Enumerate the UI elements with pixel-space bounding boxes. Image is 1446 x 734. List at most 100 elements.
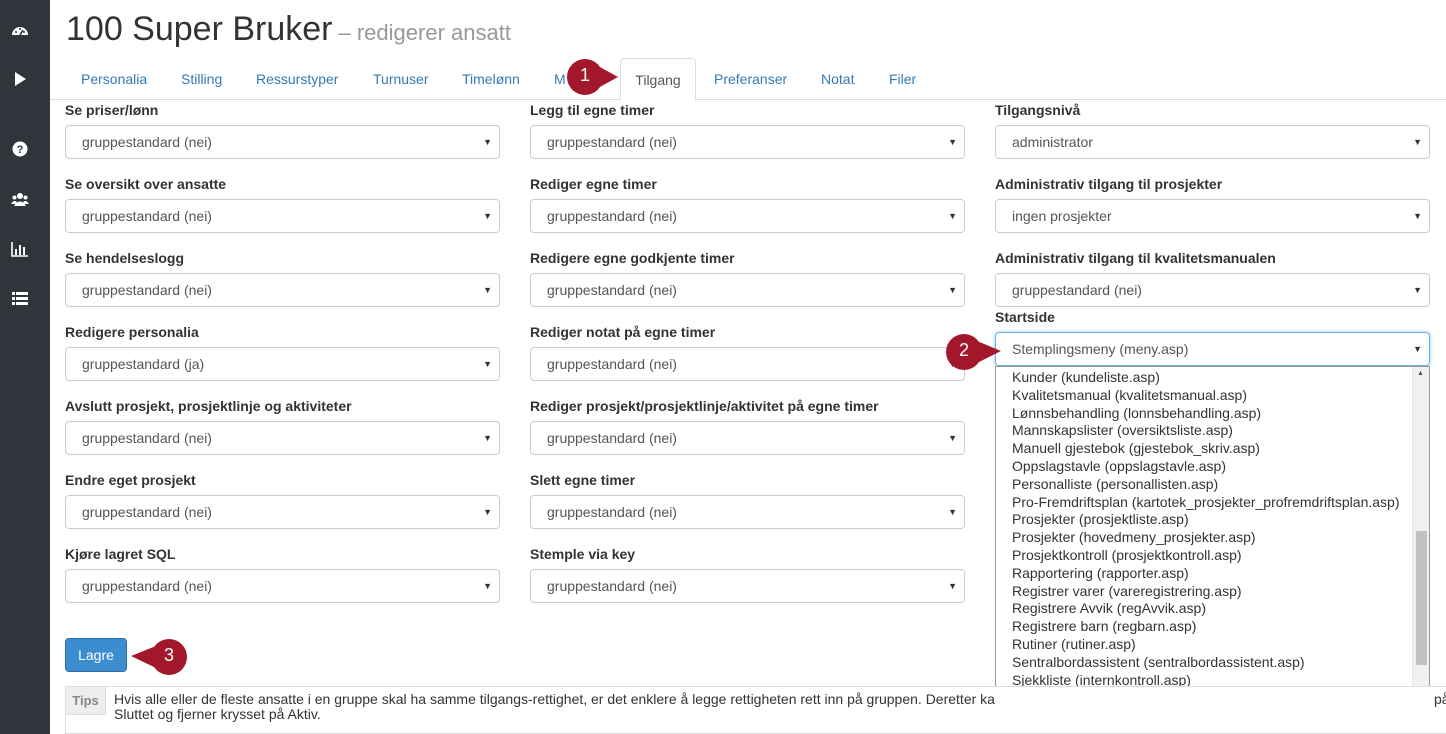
select-value: gruppestandard (nei) <box>82 134 212 150</box>
dashboard-icon[interactable] <box>11 21 29 39</box>
tab-m-truncated[interactable]: M <box>554 58 566 100</box>
dropdown-option[interactable]: Personalliste (personallisten.asp) <box>996 475 1414 493</box>
save-button[interactable]: Lagre <box>65 638 127 672</box>
play-icon[interactable] <box>11 70 29 88</box>
caret-down-icon: ▼ <box>948 433 957 443</box>
scroll-up-icon[interactable]: ▲ <box>1417 370 1424 377</box>
scrollbar-thumb[interactable] <box>1416 531 1427 665</box>
page-title-text: 100 Super Bruker <box>66 10 333 48</box>
tab-personalia[interactable]: Personalia <box>81 58 147 100</box>
label-startside: Startside <box>995 309 1055 325</box>
select-rediger-notat[interactable]: gruppestandard (nei)▼ <box>530 347 965 381</box>
caret-down-icon: ▼ <box>483 211 492 221</box>
page-subtitle: – redigerer ansatt <box>338 20 511 45</box>
select-kjore-lagret-sql[interactable]: gruppestandard (nei) ▼ <box>65 569 500 603</box>
dropdown-option[interactable]: Mannskapslister (oversiktsliste.asp) <box>996 421 1414 439</box>
bar-chart-icon[interactable] <box>11 240 29 258</box>
caret-down-icon: ▼ <box>1413 344 1422 354</box>
label-legg-til-egne-timer: Legg til egne timer <box>530 102 655 118</box>
select-se-priser-lonn[interactable]: gruppestandard (nei) ▼ <box>65 125 500 159</box>
select-rediger-egne-timer[interactable]: gruppestandard (nei) ▼ <box>530 199 965 233</box>
caret-down-icon: ▼ <box>483 581 492 591</box>
callout-badge-2: 2 <box>945 331 1001 375</box>
select-admin-tilgang-prosjekter[interactable]: ingen prosjekter ▼ <box>995 199 1430 233</box>
tips-text-overflow: på <box>1434 691 1446 707</box>
select-tilgangsniva[interactable]: administrator ▼ <box>995 125 1430 159</box>
caret-down-icon: ▼ <box>1413 211 1422 221</box>
select-avslutt-prosjekt[interactable]: gruppestandard (nei) ▼ <box>65 421 500 455</box>
tab-stilling[interactable]: Stilling <box>181 58 222 100</box>
tab-notat[interactable]: Notat <box>821 58 854 100</box>
dropdown-option[interactable]: Kvalitetsmanual (kvalitetsmanual.asp) <box>996 386 1414 404</box>
dropdown-option[interactable]: Registrere Avvik (regAvvik.asp) <box>996 599 1414 617</box>
dropdown-option[interactable]: Prosjektkontroll (prosjektkontroll.asp) <box>996 546 1414 564</box>
select-endre-eget-prosjekt[interactable]: gruppestandard (nei) ▼ <box>65 495 500 529</box>
dropdown-option[interactable]: Manuell gjestebok (gjestebok_skriv.asp) <box>996 439 1414 457</box>
label-redigere-godkjente-timer: Redigere egne godkjente timer <box>530 250 735 266</box>
dropdown-option[interactable]: Registrere barn (regbarn.asp) <box>996 617 1414 635</box>
dropdown-option[interactable]: Lønnsbehandling (lonnsbehandling.asp) <box>996 404 1414 422</box>
select-se-oversikt-ansatte[interactable]: gruppestandard (nei) ▼ <box>65 199 500 233</box>
select-slett-egne-timer[interactable]: gruppestandard (nei) ▼ <box>530 495 965 529</box>
caret-down-icon: ▼ <box>483 285 492 295</box>
dropdown-option[interactable]: Rapportering (rapporter.asp) <box>996 564 1414 582</box>
dropdown-option[interactable]: Registrer varer (vareregistrering.asp) <box>996 582 1414 600</box>
select-rediger-prosjekt-egne-timer[interactable]: gruppestandard (nei) ▼ <box>530 421 965 455</box>
caret-down-icon: ▼ <box>483 359 492 369</box>
caret-down-icon: ▼ <box>948 285 957 295</box>
label-tilgangsniva: Tilgangsnivå <box>995 102 1081 118</box>
page-title: 100 Super Bruker – redigerer ansatt <box>66 10 511 49</box>
users-icon[interactable] <box>11 190 29 208</box>
sidebar: ? <box>0 0 50 734</box>
caret-down-icon: ▼ <box>948 507 957 517</box>
label-admin-tilgang-prosjekter: Administrativ tilgang til prosjekter <box>995 176 1223 192</box>
select-value: gruppestandard (nei) <box>82 578 212 594</box>
tips-text: Hvis alle eller de fleste ansatte i en g… <box>114 692 1444 722</box>
label-avslutt-prosjekt: Avslutt prosjekt, prosjektlinje og aktiv… <box>65 398 352 414</box>
callout-badge-1: 1 <box>566 56 618 100</box>
startside-dropdown-list[interactable]: Kunder (kundeliste.asp) Kvalitetsmanual (… <box>995 366 1430 723</box>
select-legg-til-egne-timer[interactable]: gruppestandard (nei) ▼ <box>530 125 965 159</box>
tab-preferanser[interactable]: Preferanser <box>714 58 787 100</box>
select-value: gruppestandard (nei) <box>547 356 677 372</box>
dropdown-option[interactable]: Sentralbordassistent (sentralbordassiste… <box>996 653 1414 671</box>
label-redigere-personalia: Redigere personalia <box>65 324 199 340</box>
select-redigere-personalia[interactable]: gruppestandard (ja) ▼ <box>65 347 500 381</box>
help-icon[interactable]: ? <box>11 140 29 158</box>
list-icon[interactable] <box>11 289 29 307</box>
caret-down-icon: ▼ <box>948 137 957 147</box>
caret-down-icon: ▼ <box>948 581 957 591</box>
callout-badge-3: 3 <box>131 636 191 680</box>
select-redigere-godkjente-timer[interactable]: gruppestandard (nei) ▼ <box>530 273 965 307</box>
dropdown-scrollbar[interactable]: ▲ ▼ <box>1412 367 1429 722</box>
dropdown-option[interactable]: Oppslagstavle (oppslagstavle.asp) <box>996 457 1414 475</box>
select-admin-tilgang-kvalitetsmanual[interactable]: gruppestandard (nei) ▼ <box>995 273 1430 307</box>
tab-ressurstyper[interactable]: Ressurstyper <box>256 58 338 100</box>
label-kjore-lagret-sql: Kjøre lagret SQL <box>65 546 176 562</box>
tab-turnuser[interactable]: Turnuser <box>373 58 429 100</box>
dropdown-option[interactable]: Pro-Fremdriftsplan (kartotek_prosjekter_… <box>996 493 1414 511</box>
select-value: gruppestandard (nei) <box>82 430 212 446</box>
dropdown-option[interactable]: Rutiner (rutiner.asp) <box>996 635 1414 653</box>
label-stemple-via-key: Stemple via key <box>530 546 636 562</box>
select-startside[interactable]: Stemplingsmeny (meny.asp) ▼ <box>995 332 1430 366</box>
dropdown-option[interactable]: Kunder (kundeliste.asp) <box>996 368 1414 386</box>
select-value: administrator <box>1012 134 1093 150</box>
label-se-hendelseslogg: Se hendelseslogg <box>65 250 185 266</box>
tab-timelonn[interactable]: Timelønn <box>462 58 520 100</box>
select-value: gruppestandard (nei) <box>547 208 677 224</box>
tab-tilgang[interactable]: Tilgang <box>620 58 696 101</box>
label-slett-egne-timer: Slett egne timer <box>530 472 636 488</box>
label-endre-eget-prosjekt: Endre eget prosjekt <box>65 472 196 488</box>
select-value: gruppestandard (nei) <box>547 504 677 520</box>
select-se-hendelseslogg[interactable]: gruppestandard (nei) ▼ <box>65 273 500 307</box>
select-value: gruppestandard (nei) <box>547 578 677 594</box>
select-stemple-via-key[interactable]: gruppestandard (nei) ▼ <box>530 569 965 603</box>
select-value: gruppestandard (nei) <box>82 504 212 520</box>
dropdown-option[interactable]: Prosjekter (prosjektliste.asp) <box>996 510 1414 528</box>
dropdown-option[interactable]: Prosjekter (hovedmeny_prosjekter.asp) <box>996 528 1414 546</box>
tab-filer[interactable]: Filer <box>889 58 916 100</box>
caret-down-icon: ▼ <box>1413 137 1422 147</box>
svg-text:?: ? <box>17 144 24 156</box>
tab-bar: Personalia Stilling Ressurstyper Turnuse… <box>50 58 1446 101</box>
